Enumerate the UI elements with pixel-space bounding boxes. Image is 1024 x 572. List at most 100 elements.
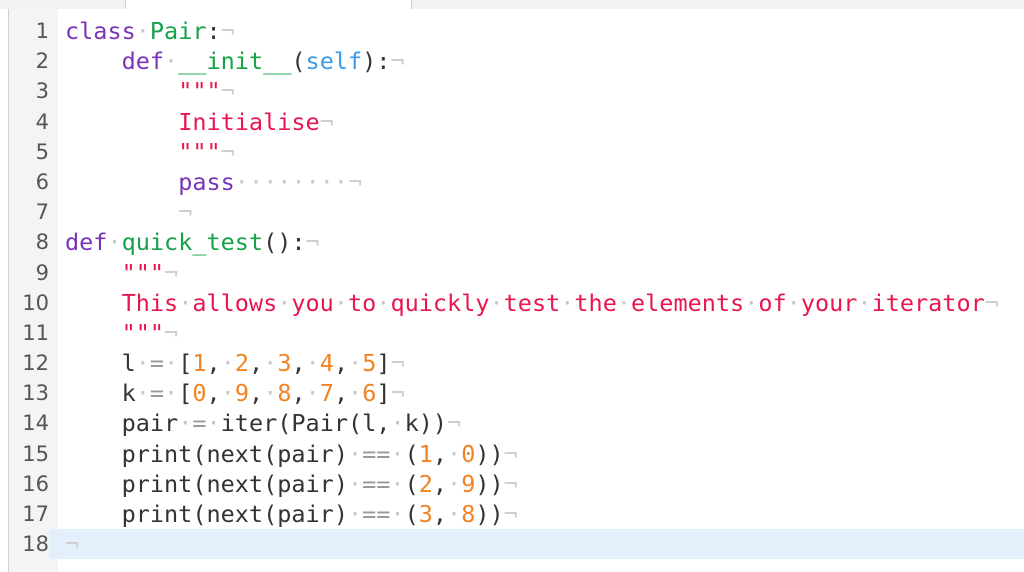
code-line[interactable]: 5 """¬ [9, 137, 1024, 167]
code-text: k·=·[0,·9,·8,·7,·6]¬ [65, 378, 405, 408]
code-line[interactable]: 4 Initialise¬ [9, 107, 1024, 137]
whitespace-marker: · [164, 349, 179, 378]
code-line[interactable]: 17 print(next(pair)·==·(3,·8))¬ [9, 499, 1024, 529]
code-token: pass [178, 167, 235, 196]
code-token: == [362, 500, 391, 528]
code-token: ·[ [164, 349, 193, 378]
line-number: 9 [35, 260, 49, 285]
code-token: 1 [418, 439, 433, 468]
code-line[interactable]: 10 This·allows·you·to·quickly·test·the·e… [9, 288, 1024, 318]
code-token: ): [362, 47, 391, 76]
code-token: ] [376, 379, 391, 408]
code-token: 4 [319, 349, 334, 378]
code-token: 1 [192, 349, 207, 378]
code-token: 3 [418, 500, 433, 528]
code-token: ,· [432, 500, 462, 528]
line-number: 1 [35, 19, 49, 43]
whitespace-marker: · [248, 167, 264, 196]
whitespace-marker: · [616, 288, 632, 317]
code-line[interactable]: 8 def·quick_test():¬ [9, 227, 1024, 257]
code-line[interactable]: 15 print(next(pair)·==·(1,·0))¬ [9, 439, 1024, 469]
code-token: == [362, 469, 391, 498]
whitespace-marker: · [220, 349, 235, 378]
code-text: """¬ [65, 318, 179, 348]
end-of-line-marker: ¬ [305, 228, 320, 257]
whitespace-marker: · [786, 288, 801, 317]
code-token: 3 [277, 349, 292, 378]
whitespace-marker: · [390, 469, 405, 498]
whitespace-marker: · [107, 228, 122, 257]
code-lines[interactable]: 1 class·Pair:¬ 2 def·__init__(self):¬ 3 """… [9, 16, 1024, 560]
whitespace-marker: · [263, 167, 278, 196]
whitespace-marker: · [560, 288, 575, 317]
end-of-line-marker: ¬ [503, 500, 518, 528]
code-token: 2 [418, 469, 433, 498]
whitespace-marker: · [135, 17, 150, 45]
code-token: ·iter(Pair(l,·k)) [206, 409, 448, 438]
whitespace-marker: · [206, 409, 221, 438]
code-token: 0 [192, 379, 207, 408]
code-token: print(next(pair)· [65, 439, 363, 468]
code-text: print(next(pair)·==·(1,·0))¬ [65, 439, 518, 469]
tab-bar [0, 0, 1024, 10]
code-line[interactable]: 16 print(next(pair)·==·(2,·9))¬ [9, 469, 1024, 499]
code-line[interactable]: 1 class·Pair:¬ [9, 16, 1024, 46]
code-token: ········ [235, 168, 348, 196]
line-number: 16 [22, 471, 49, 496]
code-editor[interactable]: 1 class·Pair:¬ 2 def·__init__(self):¬ 3 """… [8, 9, 1024, 572]
code-line[interactable]: 6 pass········¬ [9, 167, 1024, 197]
code-token: ] [376, 349, 391, 378]
whitespace-marker: · [347, 439, 363, 468]
code-text: Initialise¬ [65, 107, 334, 137]
code-token: == [362, 439, 391, 468]
code-token: 8 [277, 379, 292, 408]
end-of-line-marker: ¬ [390, 47, 405, 76]
code-token: ,· [291, 349, 320, 378]
code-line[interactable]: 7 ¬ [9, 197, 1024, 227]
code-token: 8 [461, 500, 476, 528]
code-line[interactable]: 13 k·=·[0,·9,·8,·7,·6]¬ [9, 378, 1024, 408]
code-token: k· [65, 379, 150, 408]
code-token: ·( [390, 500, 419, 528]
code-line[interactable]: 11 """¬ [9, 318, 1024, 348]
code-line[interactable]: 14 pair·=·iter(Pair(l,·k))¬ [9, 408, 1024, 438]
whitespace-marker: · [376, 288, 391, 317]
whitespace-marker: · [178, 409, 193, 438]
code-token: Pair [149, 17, 207, 45]
code-token: = [149, 379, 165, 408]
line-number: 3 [35, 79, 49, 104]
code-line[interactable]: 3 """¬ [9, 76, 1024, 106]
whitespace-marker: · [489, 288, 504, 317]
end-of-line-marker: ¬ [65, 530, 80, 559]
code-token: class [65, 17, 136, 45]
code-text: class·Pair:¬ [65, 16, 235, 46]
code-token: ( [291, 47, 306, 76]
code-token: 0 [461, 439, 476, 468]
code-token: print(next(pair)· [65, 500, 363, 528]
whitespace-marker: · [277, 288, 292, 317]
code-line[interactable]: 9 """¬ [9, 258, 1024, 288]
code-token: l· [65, 349, 150, 378]
whitespace-marker: · [348, 379, 363, 408]
code-token: 9 [234, 379, 249, 408]
line-number: 11 [22, 320, 49, 345]
end-of-line-marker: ¬ [164, 258, 179, 287]
end-of-line-marker: ¬ [348, 167, 363, 196]
code-line[interactable]: 18 ¬ [9, 529, 1024, 560]
whitespace-marker: · [234, 167, 249, 196]
code-token: 5 [362, 349, 377, 378]
code-token: = [192, 409, 207, 438]
end-of-line-marker: ¬ [220, 137, 235, 166]
code-token: Initialise [178, 107, 320, 136]
whitespace-marker: · [291, 167, 306, 196]
code-token: ,· [206, 379, 235, 408]
code-line[interactable]: 2 def·__init__(self):¬ [9, 46, 1024, 76]
whitespace-marker: · [744, 288, 759, 317]
code-token: 9 [461, 469, 476, 498]
line-number: 7 [35, 200, 49, 225]
code-line[interactable]: 12 l·=·[1,·2,·3,·4,·5]¬ [9, 348, 1024, 378]
code-token: = [149, 349, 165, 378]
code-token: def [65, 228, 108, 257]
